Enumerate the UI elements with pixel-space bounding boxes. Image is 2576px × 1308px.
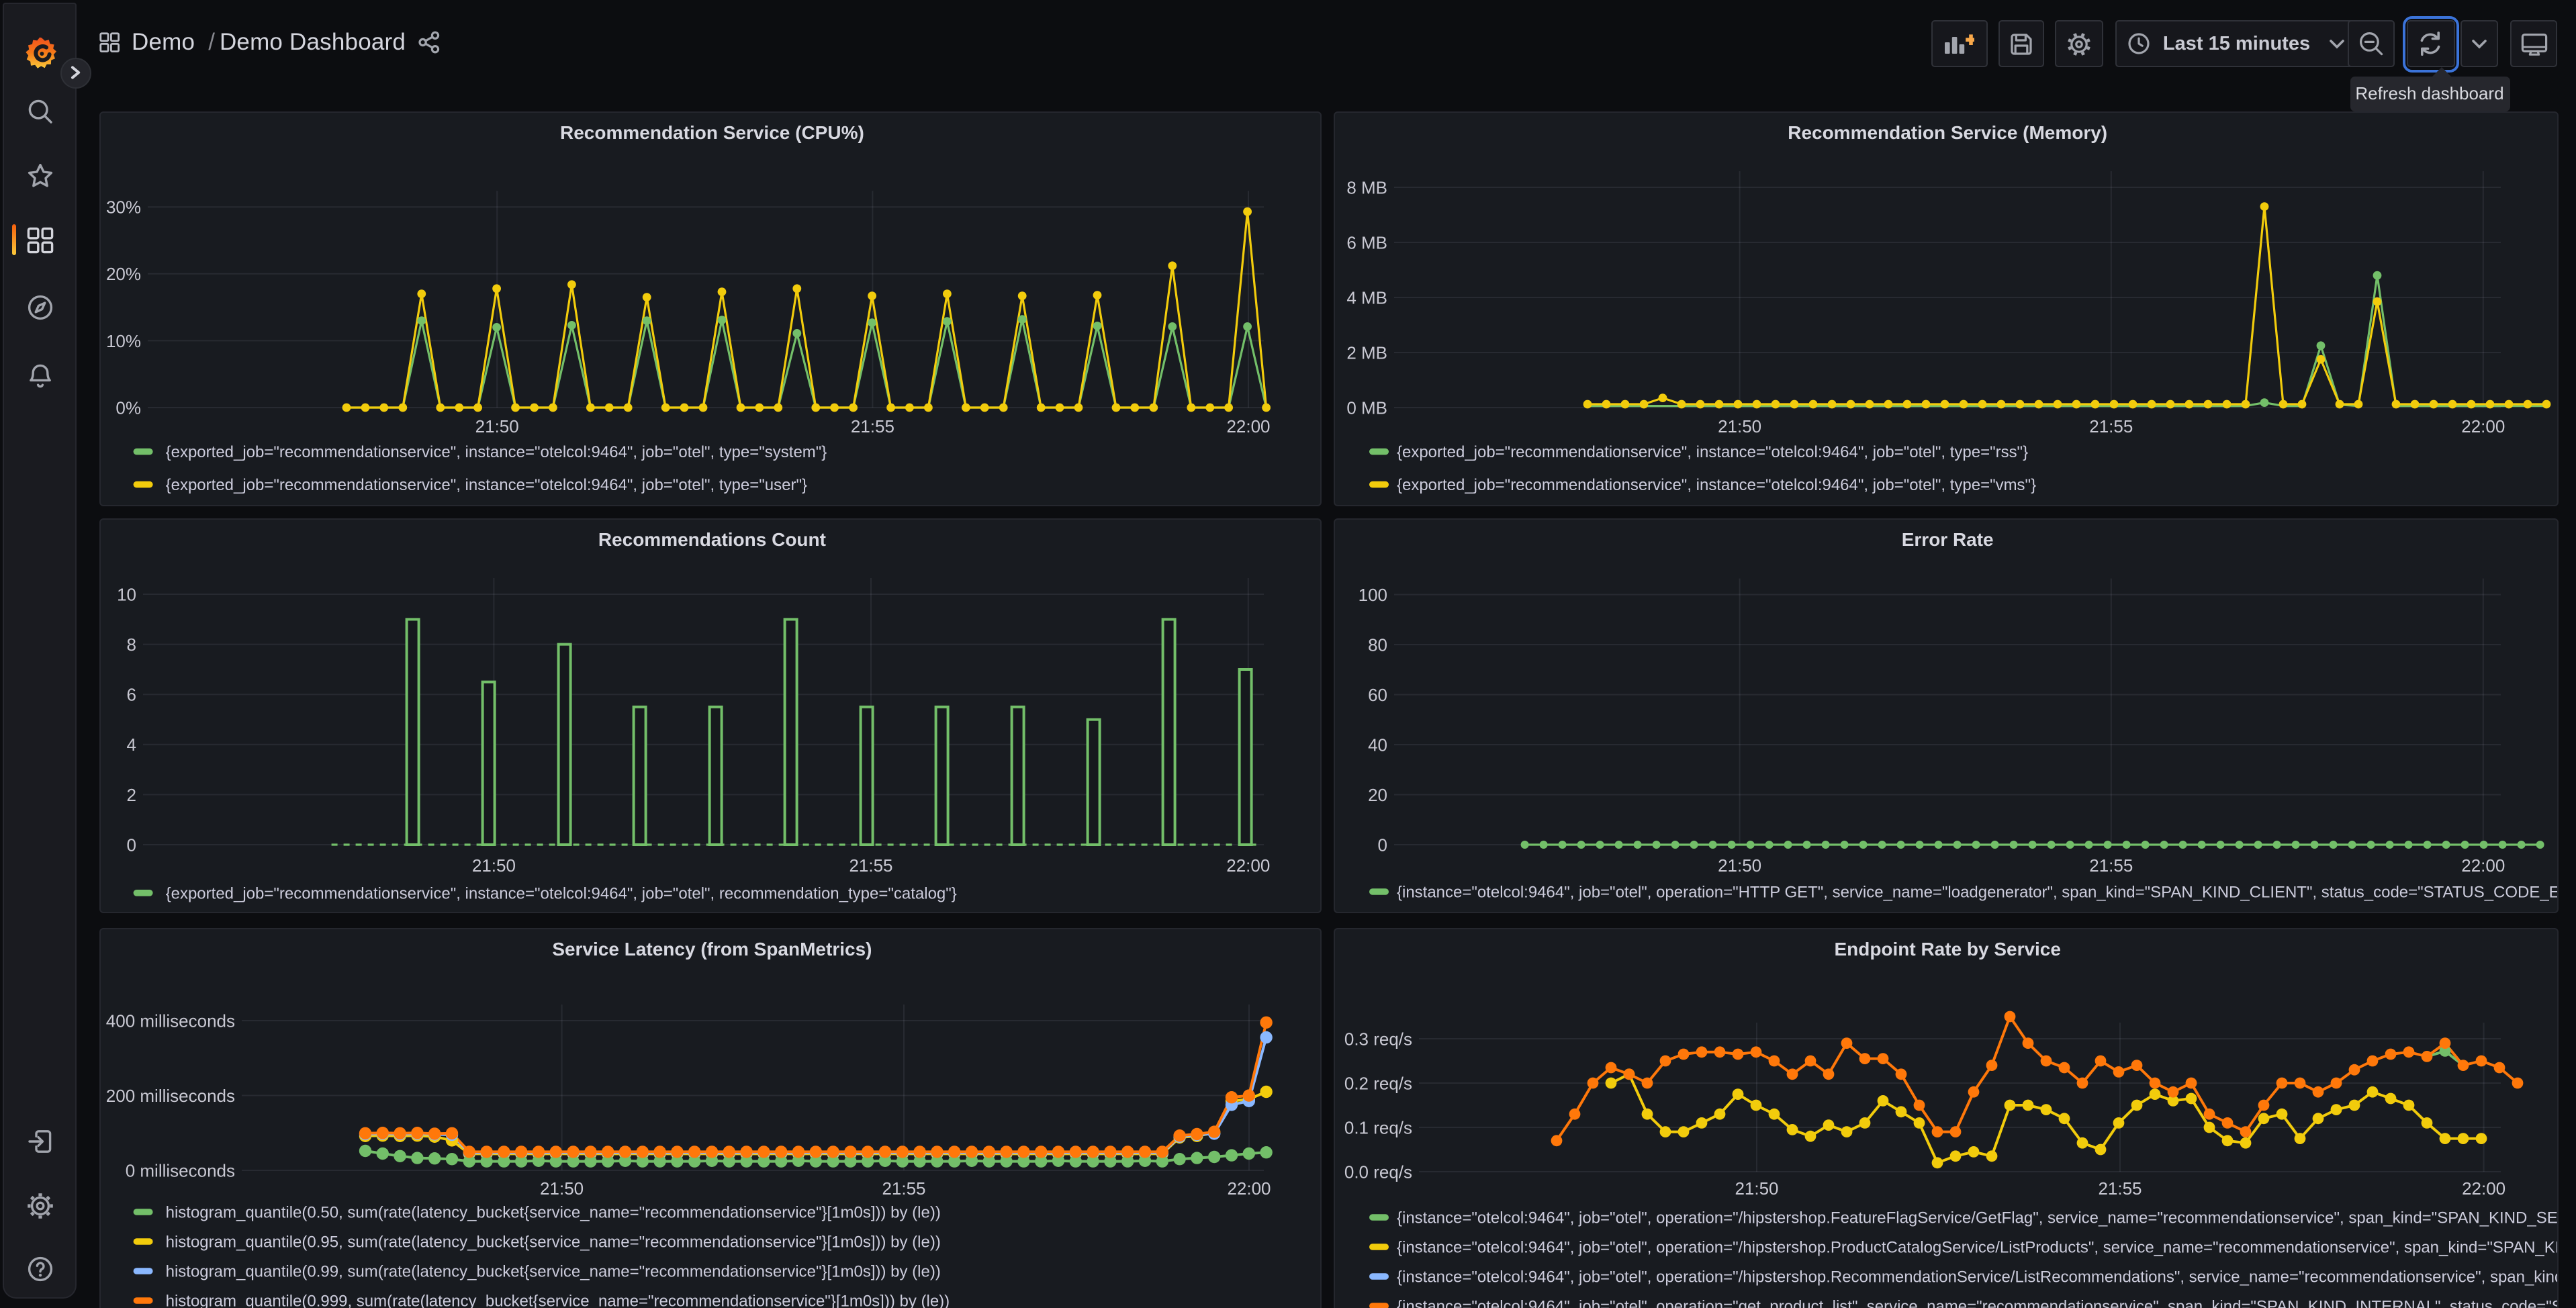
- svg-text:{instance="otelcol:9464", job=: {instance="otelcol:9464", job="otel", op…: [1397, 884, 2559, 902]
- svg-text:Service Latency (from SpanMetr: Service Latency (from SpanMetrics): [552, 939, 872, 960]
- svg-text:80: 80: [1368, 635, 1387, 655]
- svg-text:8: 8: [126, 635, 136, 655]
- svg-text:0: 0: [126, 835, 136, 855]
- svg-text:Recommendation Service (Memory: Recommendation Service (Memory): [1788, 122, 2107, 143]
- svg-text:20: 20: [1368, 785, 1387, 805]
- svg-text:{exported_job="recommendations: {exported_job="recommendationservice", i…: [1397, 443, 2028, 461]
- svg-text:22:00: 22:00: [2462, 1178, 2505, 1199]
- svg-text:21:50: 21:50: [1718, 855, 1761, 876]
- svg-text:{instance="otelcol:9464", job=: {instance="otelcol:9464", job="otel", op…: [1397, 1239, 2559, 1257]
- svg-text:21:55: 21:55: [850, 416, 894, 436]
- svg-text:22:00: 22:00: [1226, 855, 1270, 876]
- svg-text:{exported_job="recommendations: {exported_job="recommendationservice", i…: [165, 884, 956, 902]
- svg-text:8 MB: 8 MB: [1346, 177, 1387, 197]
- svg-text:histogram_quantile(0.99, sum(r: histogram_quantile(0.99, sum(rate(latenc…: [165, 1263, 940, 1281]
- svg-text:4: 4: [126, 735, 136, 755]
- svg-text:6 MB: 6 MB: [1346, 232, 1387, 252]
- svg-text:21:50: 21:50: [1718, 416, 1761, 436]
- svg-text:21:50: 21:50: [540, 1178, 584, 1199]
- svg-text:0: 0: [1377, 835, 1387, 855]
- svg-text:0 milliseconds: 0 milliseconds: [125, 1160, 234, 1180]
- svg-text:{exported_job="recommendations: {exported_job="recommendationservice", i…: [1397, 476, 2036, 494]
- svg-text:0.3 req/s: 0.3 req/s: [1344, 1029, 1412, 1049]
- svg-text:21:55: 21:55: [849, 855, 892, 876]
- svg-text:21:50: 21:50: [471, 855, 515, 876]
- svg-text:{instance="otelcol:9464", job=: {instance="otelcol:9464", job="otel", op…: [1397, 1268, 2559, 1287]
- svg-text:2 MB: 2 MB: [1346, 342, 1387, 363]
- svg-text:0%: 0%: [116, 398, 141, 418]
- svg-text:10%: 10%: [106, 331, 141, 351]
- svg-text:{exported_job="recommendations: {exported_job="recommendationservice", i…: [165, 476, 807, 494]
- svg-text:{exported_job="recommendations: {exported_job="recommendationservice", i…: [165, 443, 827, 461]
- svg-text:21:50: 21:50: [1735, 1178, 1778, 1199]
- svg-text:histogram_quantile(0.50, sum(r: histogram_quantile(0.50, sum(rate(latenc…: [165, 1204, 940, 1222]
- svg-text:0 MB: 0 MB: [1346, 398, 1387, 418]
- svg-text:0.0 req/s: 0.0 req/s: [1344, 1162, 1412, 1182]
- svg-text:Recommendation Service (CPU%): Recommendation Service (CPU%): [560, 122, 864, 143]
- svg-text:30%: 30%: [106, 197, 141, 218]
- svg-text:22:00: 22:00: [1227, 1178, 1271, 1199]
- svg-text:21:55: 21:55: [882, 1178, 925, 1199]
- svg-text:0.1 req/s: 0.1 req/s: [1344, 1117, 1412, 1137]
- svg-text:22:00: 22:00: [1226, 416, 1270, 436]
- svg-text:100: 100: [1358, 585, 1387, 605]
- svg-text:21:50: 21:50: [475, 416, 518, 436]
- svg-text:{instance="otelcol:9464", job=: {instance="otelcol:9464", job="otel", op…: [1397, 1209, 2559, 1227]
- svg-text:10: 10: [117, 584, 136, 604]
- svg-text:histogram_quantile(0.999, sum(: histogram_quantile(0.999, sum(rate(laten…: [165, 1293, 950, 1308]
- svg-text:200 milliseconds: 200 milliseconds: [105, 1086, 234, 1106]
- svg-text:Error Rate: Error Rate: [1901, 529, 1993, 550]
- svg-text:40: 40: [1368, 735, 1387, 755]
- svg-text:400 milliseconds: 400 milliseconds: [105, 1011, 234, 1031]
- svg-text:22:00: 22:00: [2461, 416, 2505, 436]
- svg-text:4 MB: 4 MB: [1346, 287, 1387, 308]
- svg-text:2: 2: [126, 785, 136, 805]
- svg-text:{instance="otelcol:9464", job=: {instance="otelcol:9464", job="otel", op…: [1397, 1298, 2559, 1308]
- svg-text:21:55: 21:55: [2089, 855, 2133, 876]
- svg-text:Recommendations Count: Recommendations Count: [598, 529, 825, 550]
- svg-text:20%: 20%: [106, 264, 141, 284]
- svg-text:60: 60: [1368, 685, 1387, 705]
- svg-text:21:55: 21:55: [2098, 1178, 2142, 1199]
- svg-text:22:00: 22:00: [2461, 855, 2505, 876]
- svg-text:21:55: 21:55: [2089, 416, 2133, 436]
- svg-text:0.2 req/s: 0.2 req/s: [1344, 1073, 1412, 1093]
- svg-text:6: 6: [126, 685, 136, 705]
- svg-text:histogram_quantile(0.95, sum(r: histogram_quantile(0.95, sum(rate(latenc…: [165, 1233, 940, 1252]
- svg-text:Endpoint Rate by Service: Endpoint Rate by Service: [1834, 939, 2060, 960]
